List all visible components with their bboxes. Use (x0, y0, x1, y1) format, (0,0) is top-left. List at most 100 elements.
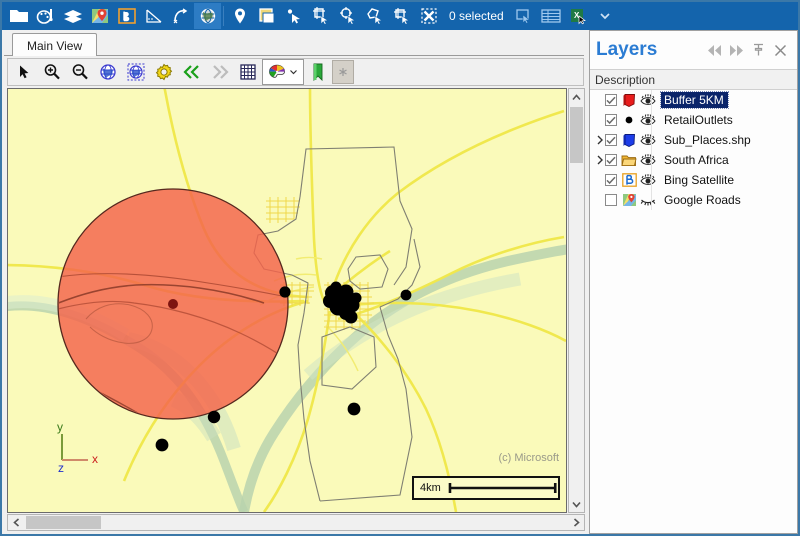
previous-extent-icon[interactable] (178, 60, 206, 84)
layer-visibility-eye-icon[interactable] (639, 172, 656, 188)
collapse-right-icon[interactable] (725, 39, 747, 61)
map-horizontal-scrollbar[interactable] (7, 514, 585, 531)
layer-checkbox[interactable] (605, 134, 617, 146)
axis-orientation-indicator: y x z (57, 420, 98, 474)
scale-bar-graphic (448, 483, 557, 493)
layer-checkbox[interactable] (605, 154, 617, 166)
layer-list: Buffer 5KM RetailOutlets Sub_Places.shp … (590, 90, 797, 210)
layer-expander-placeholder (594, 90, 605, 110)
close-panel-icon[interactable] (769, 39, 791, 61)
symbology-palette-icon[interactable] (32, 3, 59, 29)
measure-area-icon[interactable] (140, 3, 167, 29)
bing-maps-icon (621, 172, 637, 188)
layer-column-divider (651, 150, 652, 170)
layer-expander-placeholder (594, 190, 605, 210)
blue-polygon-icon (621, 132, 637, 148)
overflow-chevron-down-icon[interactable] (592, 3, 619, 29)
layer-row-buffer-5km[interactable]: Buffer 5KM (590, 90, 797, 110)
layer-visibility-eye-closed-icon[interactable] (639, 192, 656, 208)
pin-panel-icon[interactable] (747, 39, 769, 61)
layer-row-sub-places[interactable]: Sub_Places.shp (590, 130, 797, 150)
layer-name: Sub_Places.shp (664, 133, 751, 147)
scroll-up-icon[interactable] (569, 89, 584, 105)
layer-checkbox[interactable] (605, 194, 617, 206)
layer-expander-placeholder (594, 170, 605, 190)
globe-icon[interactable] (194, 3, 221, 29)
tab-main-view[interactable]: Main View (12, 33, 98, 57)
layer-row-bing-satellite[interactable]: Bing Satellite (590, 170, 797, 190)
select-rectangle-icon[interactable] (307, 3, 334, 29)
select-point-icon[interactable] (280, 3, 307, 29)
grid-icon[interactable] (234, 60, 262, 84)
attribute-table-icon[interactable] (538, 3, 565, 29)
svg-text:z: z (58, 461, 64, 474)
select-polygon-icon[interactable] (361, 3, 388, 29)
map-vertical-scrollbar[interactable] (568, 88, 585, 513)
map-canvas[interactable]: (c) Microsoft y x z 4km (7, 88, 567, 513)
asterisk-disabled-icon (332, 60, 354, 84)
layer-visibility-eye-icon[interactable] (639, 152, 656, 168)
map-pin-icon[interactable] (226, 3, 253, 29)
application-window: 0 selected X Main View (c) Microsoft y x… (0, 0, 800, 536)
select-circle-icon[interactable] (334, 3, 361, 29)
layer-visibility-eye-icon[interactable] (639, 132, 656, 148)
layer-checkbox[interactable] (605, 94, 617, 106)
zoom-in-icon[interactable] (38, 60, 66, 84)
layer-row-google-roads[interactable]: Google Roads (590, 190, 797, 210)
layers-stack-icon[interactable] (59, 3, 86, 29)
layer-row-south-africa[interactable]: South Africa (590, 150, 797, 170)
measure-distance-icon[interactable] (167, 3, 194, 29)
view-tab-strip: Main View (4, 30, 584, 57)
layer-checkbox[interactable] (605, 174, 617, 186)
layer-checkbox[interactable] (605, 114, 617, 126)
zoom-out-icon[interactable] (66, 60, 94, 84)
bookmark-icon[interactable] (304, 60, 332, 84)
layers-panel-header: Layers (590, 31, 797, 70)
layer-row-retailoutlets[interactable]: RetailOutlets (590, 110, 797, 130)
map-window-icon[interactable] (253, 3, 280, 29)
settings-gear-icon[interactable] (150, 60, 178, 84)
layers-panel: Layers Description Buffer 5KM RetailOutl… (589, 30, 798, 534)
export-excel-icon[interactable]: X (565, 3, 592, 29)
main-toolbar: 0 selected X (2, 2, 798, 30)
next-extent-icon[interactable] (206, 60, 234, 84)
scroll-down-icon[interactable] (569, 496, 584, 512)
select-box-icon[interactable] (388, 3, 415, 29)
open-folder-icon[interactable] (5, 3, 32, 29)
bing-maps-icon[interactable] (113, 3, 140, 29)
zoom-full-extent-icon[interactable] (94, 60, 122, 84)
scale-bar-label: 4km (420, 482, 441, 494)
svg-text:y: y (57, 420, 63, 434)
layer-name: Buffer 5KM (660, 91, 729, 109)
folder-group-icon (621, 152, 637, 168)
horizontal-scroll-thumb[interactable] (26, 516, 101, 529)
color-palette-icon[interactable] (262, 59, 304, 85)
zoom-to-selection-icon[interactable] (511, 3, 538, 29)
buffer-center-point (168, 299, 178, 309)
layer-visibility-eye-icon[interactable] (639, 92, 656, 108)
google-maps-icon[interactable] (86, 3, 113, 29)
layers-column-header: Description (590, 70, 797, 90)
scroll-right-icon[interactable] (568, 515, 584, 530)
map-scale-bar: 4km (412, 476, 560, 500)
clear-selection-icon[interactable] (415, 3, 442, 29)
layers-panel-title: Layers (596, 39, 658, 60)
selection-status: 0 selected (449, 9, 504, 23)
map-view-panel: (c) Microsoft y x z 4km (4, 56, 587, 534)
layer-name: South Africa (664, 153, 729, 167)
zoom-layer-extent-icon[interactable] (122, 60, 150, 84)
pan-arrow-icon[interactable] (10, 60, 38, 84)
layer-expand-chevron-icon[interactable] (594, 130, 605, 150)
scroll-left-icon[interactable] (8, 515, 24, 530)
vertical-scroll-thumb[interactable] (570, 107, 583, 163)
layer-expand-chevron-icon[interactable] (594, 150, 605, 170)
red-polygon-icon (621, 92, 637, 108)
layer-name: RetailOutlets (664, 113, 733, 127)
layer-column-divider (651, 90, 652, 110)
google-maps-icon (621, 192, 637, 208)
tab-label: Main View (27, 38, 83, 53)
map-toolbar (7, 58, 584, 86)
layer-visibility-eye-icon[interactable] (639, 112, 656, 128)
layer-name: Bing Satellite (664, 173, 735, 187)
collapse-left-icon[interactable] (703, 39, 725, 61)
